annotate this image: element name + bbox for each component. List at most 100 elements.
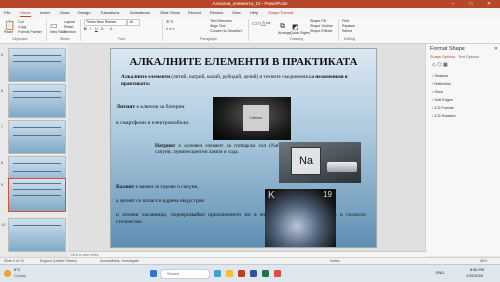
taskbar: 8°C Cloudy Search ENG 8:56 PM 1/15/2026	[0, 264, 500, 282]
tab-text-options[interactable]: Text Options	[458, 55, 479, 59]
replace-button[interactable]: Replace	[342, 24, 355, 28]
minimize-icon[interactable]: –	[446, 0, 460, 8]
intro-bold: Алкалните елементи	[121, 74, 171, 80]
reset-button[interactable]: Reset	[64, 25, 73, 29]
convert-smartart-button[interactable]: Convert to SmartArt	[210, 29, 242, 33]
shapes-gallery-icon[interactable]: ▭○△⇨	[252, 20, 271, 27]
group-drawing: Drawing	[290, 37, 304, 41]
underline-button[interactable]: U	[95, 27, 98, 31]
cut-button[interactable]: Cut	[18, 20, 24, 24]
accessibility-status[interactable]: Accessibility: Investigate	[100, 259, 139, 263]
current-slide[interactable]: АЛКАЛНИТЕ ЕЛЕМЕНТИ В ПРАКТИКАТА Алкалнит…	[110, 48, 377, 248]
zoom-level[interactable]: 56%	[480, 259, 487, 263]
panel-item-label: Glow	[434, 90, 443, 94]
tab-review[interactable]: Review	[210, 10, 223, 15]
panel-item-3d-format[interactable]: › 3-D Format	[432, 106, 454, 110]
strikethrough-button[interactable]: S	[101, 27, 103, 31]
tab-help[interactable]: Help	[250, 10, 258, 15]
slide-title[interactable]: АЛКАЛНИТЕ ЕЛЕМЕНТИ В ПРАКТИКАТА	[111, 56, 376, 68]
lithium-image[interactable]: Lithium	[213, 97, 291, 140]
language-status[interactable]: English (United States)	[40, 259, 77, 263]
tab-transitions[interactable]: Transitions	[100, 10, 119, 15]
powerpoint-icon[interactable]	[238, 270, 245, 277]
tab-home[interactable]: Home	[20, 10, 31, 17]
slide-thumbnail[interactable]	[8, 218, 66, 252]
word-icon[interactable]	[250, 270, 257, 277]
panel-item-3d-rotation[interactable]: › 3-D Rotation	[432, 114, 456, 118]
font-name-select[interactable]: Times New Roman	[84, 19, 127, 26]
tab-draw[interactable]: Draw	[60, 10, 69, 15]
text-direction-button[interactable]: Text Direction	[210, 19, 232, 23]
search-placeholder: Search	[167, 271, 180, 276]
bullets-icon[interactable]: ☰ ☷	[166, 20, 173, 24]
start-icon[interactable]	[150, 270, 157, 277]
format-painter-button[interactable]: Format Painter	[18, 30, 42, 34]
fill-line-icon[interactable]: ◇ ⬠ ▦	[432, 62, 448, 68]
notes-button[interactable]: Notes	[330, 259, 339, 263]
new-slide-icon: ▭	[50, 21, 58, 30]
panel-item-soft-edges[interactable]: › Soft Edges	[432, 98, 453, 102]
potassium-text-line2[interactable]: а цезият се полага в ядрена индустрия	[116, 198, 204, 204]
select-button[interactable]: Select	[342, 29, 352, 33]
arrange-button[interactable]: Arrange	[278, 31, 291, 35]
arrange-icon[interactable]: ⧉	[280, 23, 285, 31]
slide-thumbnail[interactable]	[8, 84, 66, 118]
clock-time[interactable]: 8:56 PM	[470, 268, 484, 272]
slide-thumbnail[interactable]	[8, 120, 66, 154]
paste-button[interactable]: Paste	[4, 30, 13, 34]
quick-styles-icon[interactable]: ◩	[292, 23, 299, 31]
slide-counter: Slide 9 of 10	[4, 259, 24, 263]
close-icon[interactable]: ✕	[494, 46, 498, 52]
clock-date[interactable]: 1/15/2026	[466, 274, 483, 278]
tab-shape-options[interactable]: Shape Options	[430, 55, 455, 59]
align-text-button[interactable]: Align Text	[210, 24, 226, 28]
weather-icon[interactable]	[4, 270, 11, 277]
font-color-button[interactable]: A	[110, 27, 112, 31]
slide-thumbnail[interactable]	[8, 48, 66, 82]
tab-insert[interactable]: Insert	[40, 10, 50, 15]
slide-thumbnail-selected[interactable]	[8, 178, 66, 212]
tab-design[interactable]: Design	[78, 10, 90, 15]
copy-button[interactable]: Copy	[18, 25, 26, 29]
sodium-text[interactable]: Натрият е основен елемент за готварска с…	[155, 143, 285, 155]
tab-view[interactable]: View	[232, 10, 241, 15]
panel-item-label: Soft Edges	[434, 98, 453, 102]
chrome-icon[interactable]	[274, 270, 281, 277]
maximize-icon[interactable]: □	[464, 0, 478, 8]
separator	[80, 19, 81, 41]
panel-item-shadow[interactable]: › Shadow	[432, 74, 448, 78]
tab-slide-show[interactable]: Slide Show	[160, 10, 180, 15]
tab-shape-format[interactable]: Shape Format	[268, 10, 293, 15]
tab-animations[interactable]: Animations	[130, 10, 150, 15]
slide-intro-text[interactable]: Алкалните елементи (литий, натрий, калий…	[121, 74, 368, 87]
shape-effects-button[interactable]: Shape Effects	[310, 29, 332, 33]
panel-item-glow[interactable]: › Glow	[432, 90, 443, 94]
quick-styles-button[interactable]: Quick Styles	[290, 31, 310, 35]
language-indicator[interactable]: ENG	[436, 271, 444, 275]
file-explorer-icon[interactable]	[226, 270, 233, 277]
search-input[interactable]: Search	[160, 269, 210, 279]
shape-fill-button[interactable]: Shape Fill	[310, 19, 326, 23]
align-icon[interactable]: ≡ ≡ ≡	[166, 27, 174, 31]
italic-button[interactable]: I	[90, 27, 91, 31]
lithium-text-line2[interactable]: в смартфони и електромобили.	[116, 120, 190, 126]
edge-icon[interactable]	[214, 270, 221, 277]
thumbnail-number: 8	[1, 160, 4, 165]
section-button[interactable]: Section	[64, 30, 76, 34]
thumbnail-number: 10	[1, 222, 6, 227]
layout-button[interactable]: Layout	[64, 20, 75, 24]
panel-item-reflection[interactable]: › Reflection	[432, 82, 451, 86]
potassium-image[interactable]: K 19	[265, 189, 336, 247]
sodium-image[interactable]: Na	[279, 142, 361, 183]
lithium-text[interactable]: Литият е ключов за батерии	[116, 104, 185, 110]
font-size-select[interactable]: 16	[127, 19, 140, 26]
close-icon[interactable]: ✕	[482, 0, 496, 8]
potassium-text[interactable]: Калият е важен за торове и сапуни,	[116, 184, 199, 190]
bold-button[interactable]: B	[84, 27, 87, 31]
tab-file[interactable]: File	[4, 10, 10, 15]
tab-record[interactable]: Record	[188, 10, 201, 15]
excel-icon[interactable]	[262, 270, 269, 277]
shape-outline-button[interactable]: Shape Outline	[310, 24, 333, 28]
find-button[interactable]: Find	[342, 19, 349, 23]
potassium-rest: е важен за торове и сапуни,	[134, 184, 199, 190]
